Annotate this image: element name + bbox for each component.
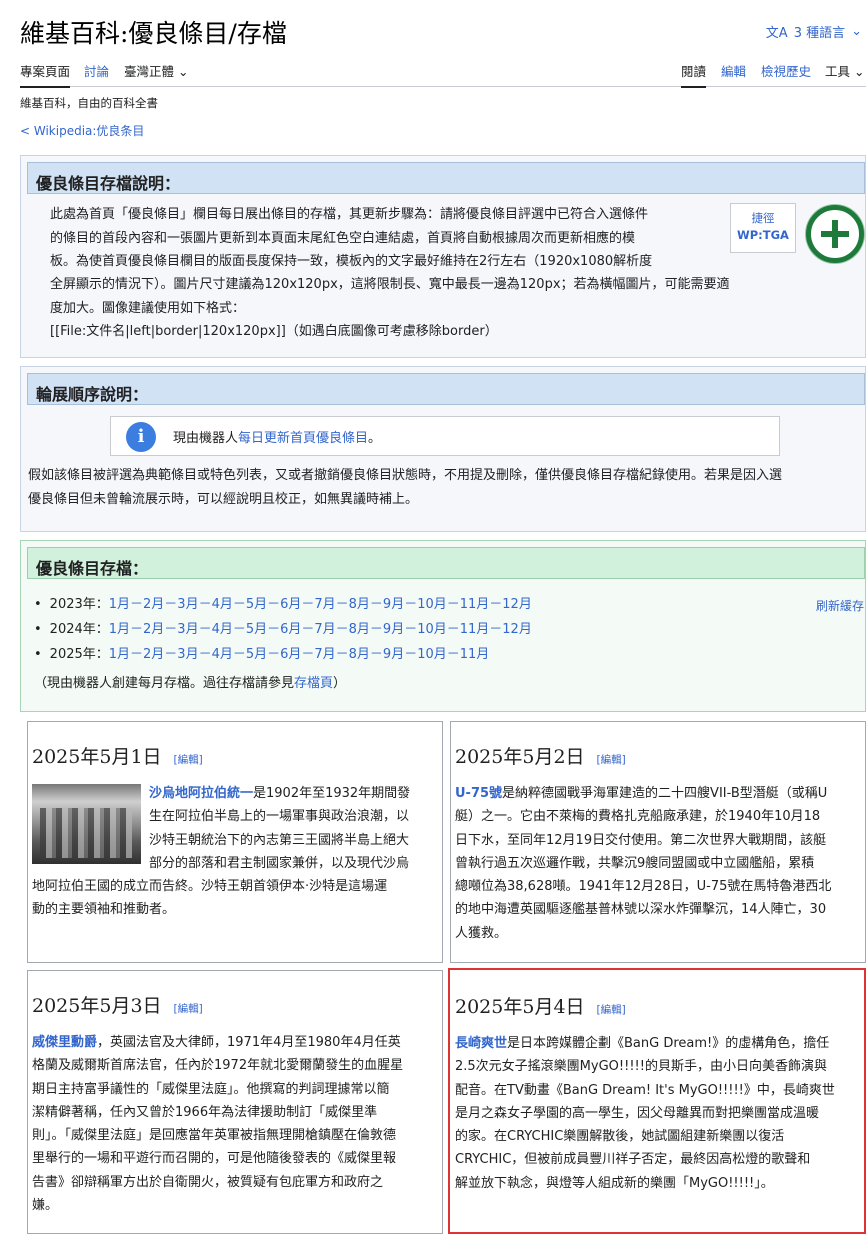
archive-year-row: 2023年：1月－2月－3月－4月－5月－6月－7月－8月－9月－10月－11月… <box>34 593 532 612</box>
box-heading: 優良條目存檔： <box>27 547 865 579</box>
tab-history[interactable]: 檢視歷史 <box>761 61 811 80</box>
language-count: 3 種語言 <box>793 26 846 41</box>
instruction-line: [[File:文件名|left|border|120x120px]]（如遇白底圖… <box>50 324 498 339</box>
archive-year-row: 2025年：1月－2月－3月－4月－5月－6月－7月－8月－9月－10月－11月 <box>34 643 490 662</box>
bot-notice: i 現由機器人每日更新首頁優良條目。 <box>110 416 780 456</box>
daily-update-link[interactable]: 每日更新首頁優良條目 <box>238 431 368 446</box>
card-summary: 威傑里勳爵，英國法官及大律師，1971年4月至1980年4月任英 格蘭及威爾斯首… <box>32 1035 404 1214</box>
archive-footer: （現由機器人創建每月存檔。過往存檔請參見存檔頁） <box>34 676 347 691</box>
tab-edit[interactable]: 編輯 <box>721 61 746 80</box>
rotation-line: 優良條目但未曾輪流展示時，可以經說明且校正，如無異議時補上。 <box>28 491 419 507</box>
edit-link[interactable]: [編輯] <box>597 754 626 766</box>
good-article-plus-icon <box>806 205 864 263</box>
edit-link[interactable]: [編輯] <box>597 1004 626 1016</box>
archive-page-link[interactable]: 存檔頁 <box>294 676 333 691</box>
article-title-link[interactable]: 長崎爽世 <box>455 1036 507 1051</box>
rotation-line: 假如該條目被評選為典範條目或特色列表，又或者撤銷優良條目狀態時，不用提及刪除，僅… <box>28 468 783 483</box>
month-links[interactable]: 1月－2月－3月－4月－5月－6月－7月－8月－9月－10月－11月－12月 <box>109 597 532 612</box>
shortcut-link[interactable]: WP:TGA <box>731 227 795 244</box>
archive-year-row: 2024年：1月－2月－3月－4月－5月－6月－7月－8月－9月－10月－11月… <box>34 618 532 637</box>
instructions-text-wide: 全屏顯示的情況下）。圖片尺寸建議為120x120px，這將限制長、寬中最長一邊為… <box>50 273 850 344</box>
edit-link[interactable]: [編輯] <box>174 754 203 766</box>
instruction-line: 板。為使首頁優良條目欄目的版面長度保持一致，模板內的文字最好維持在2行左右（19… <box>50 254 653 269</box>
info-icon: i <box>126 422 156 452</box>
page-tabs: 專案頁面 討論 臺灣正體 ⌄ 閱讀 編輯 檢視歷史 工具 ⌄ <box>20 56 866 88</box>
card-summary: U-75號是納粹德國戰爭海軍建造的二十四艘VII-B型潛艇（或稱U 艇）之一。它… <box>455 786 832 941</box>
instruction-line: 度加大。圖像建議使用如下格式： <box>50 300 246 316</box>
daily-card: 2025年5月1日 [編輯] 沙烏地阿拉伯統一是1902年至1932年期間發 生在… <box>27 721 443 963</box>
month-links[interactable]: 1月－2月－3月－4月－5月－6月－7月－8月－9月－10月－11月－12月 <box>109 622 532 637</box>
chevron-down-icon: ⌄ <box>854 64 865 79</box>
site-tagline: 維基百科，自由的百科全書 <box>20 96 158 110</box>
tab-variant[interactable]: 臺灣正體 ⌄ <box>124 61 188 80</box>
month-links[interactable]: 1月－2月－3月－4月－5月－6月－7月－8月－9月－10月－11月 <box>109 647 490 662</box>
instruction-line: 此處為首頁「優良條目」欄目每日展出條目的存檔，其更新步驟為：請將優良條目評選中已… <box>50 207 649 222</box>
rotation-text: 假如該條目被評選為典範條目或特色列表，又或者撤銷優良條目狀態時，不用提及刪除，僅… <box>28 464 866 511</box>
chevron-down-icon: ⌄ <box>178 64 189 79</box>
tab-read[interactable]: 閱讀 <box>681 61 707 88</box>
translate-icon: 文A <box>765 26 788 41</box>
refresh-cache-link[interactable]: 刷新緩存 <box>816 597 864 614</box>
language-selector[interactable]: 文A 3 種語言 ⌄ <box>766 22 862 41</box>
daily-card-highlighted: 2025年5月4日 [編輯] 長崎爽世是日本跨媒體企劃《BanG Dream!》的… <box>448 968 866 1234</box>
article-thumbnail[interactable] <box>32 784 141 864</box>
card-date: 2025年5月1日 <box>32 746 162 768</box>
article-title-link[interactable]: U-75號 <box>455 786 502 801</box>
page-title: 維基百科:優良條目/存檔 <box>20 19 287 48</box>
chevron-down-icon: ⌄ <box>851 24 862 39</box>
article-title-link[interactable]: 威傑里勳爵 <box>32 1035 97 1050</box>
tab-talk[interactable]: 討論 <box>84 61 109 80</box>
parent-page-link[interactable]: < Wikipedia:优良条目 <box>20 122 144 139</box>
box-heading: 優良條目存檔說明： <box>27 162 865 194</box>
tools-menu[interactable]: 工具 ⌄ <box>825 61 864 80</box>
card-summary: 長崎爽世是日本跨媒體企劃《BanG Dream!》的虛構角色，擔任 2.5次元女… <box>455 1036 835 1191</box>
tab-project-page[interactable]: 專案頁面 <box>20 61 71 88</box>
card-date: 2025年5月4日 <box>455 996 585 1018</box>
shortcut-label[interactable]: 捷徑 <box>731 210 795 227</box>
card-summary: 沙烏地阿拉伯統一是1902年至1932年期間發 生在阿拉伯半島上的一場軍事與政治… <box>32 784 411 918</box>
instruction-line: 全屏顯示的情況下）。圖片尺寸建議為120x120px，這將限制長、寬中最長一邊為… <box>50 277 730 292</box>
daily-card: 2025年5月2日 [編輯] U-75號是納粹德國戰爭海軍建造的二十四艘VII-B… <box>450 721 866 963</box>
daily-card: 2025年5月3日 [編輯] 威傑里勳爵，英國法官及大律師，1971年4月至198… <box>27 970 443 1234</box>
instruction-line: 的條目的首段內容和一張圖片更新到本頁面末尾紅色空白連結處，首頁將自動根據周次而更… <box>50 230 636 246</box>
instructions-text: 此處為首頁「優良條目」欄目每日展出條目的存檔，其更新步驟為：請將優良條目評選中已… <box>50 203 730 274</box>
article-title-link[interactable]: 沙烏地阿拉伯統一 <box>149 786 253 801</box>
box-heading: 輪展順序說明： <box>27 373 865 405</box>
card-date: 2025年5月2日 <box>455 746 585 768</box>
edit-link[interactable]: [編輯] <box>174 1003 203 1015</box>
shortcut-box: 捷徑 WP:TGA <box>730 203 796 253</box>
notice-text: 現由機器人每日更新首頁優良條目。 <box>173 431 382 446</box>
card-date: 2025年5月3日 <box>32 995 162 1017</box>
